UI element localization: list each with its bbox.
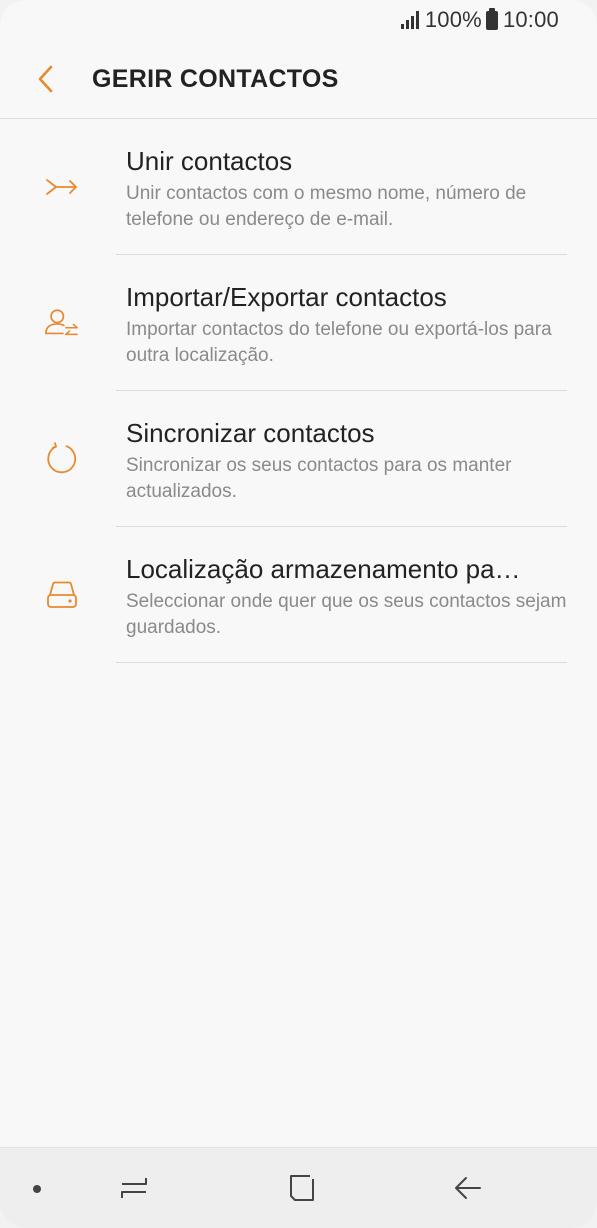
item-title: Localização armazenamento pa… (126, 554, 521, 584)
clock: 10:00 (502, 7, 559, 32)
item-title: Sincronizar contactos (126, 418, 375, 448)
nav-dot-indicator (33, 1185, 41, 1193)
signal-icon (400, 11, 419, 29)
page-title: GERIR CONTACTOS (92, 64, 339, 93)
back-arrow-icon (455, 1177, 481, 1199)
item-title: Unir contactos (126, 146, 293, 176)
list-item-sync-contacts[interactable]: Sincronizar contactos Sincronizar os seu… (0, 391, 597, 527)
item-subtitle: Unir contactos com o mesmo nome, número … (126, 183, 527, 230)
settings-list: Unir contactos Unir contactos com o mesm… (0, 119, 597, 663)
screen: 100% 10:00 GERIR CONTACTOS Unir contacto… (0, 0, 597, 1228)
person-transfer-icon (44, 305, 80, 341)
list-item-import-export[interactable]: Importar/Exportar contactos Importar con… (0, 255, 597, 391)
battery-icon (485, 7, 498, 30)
chevron-left-icon (38, 65, 53, 93)
status-bar: 100% 10:00 (0, 0, 597, 40)
home-icon (290, 1175, 314, 1201)
storage-drive-icon (44, 577, 80, 613)
sync-icon (44, 441, 80, 477)
item-subtitle: Importar contactos do telefone ou export… (126, 319, 552, 366)
item-subtitle: Seleccionar onde quer que os seus contac… (126, 591, 567, 638)
navigation-bar (0, 1147, 597, 1228)
merge-arrow-icon (44, 169, 80, 205)
battery-percent: 100% (424, 7, 482, 32)
item-subtitle: Sincronizar os seus contactos para os ma… (126, 455, 512, 502)
recent-apps-button[interactable] (94, 1148, 174, 1228)
list-item-storage-location[interactable]: Localização armazenamento pa… Selecciona… (0, 527, 597, 663)
divider (116, 662, 567, 663)
recent-apps-icon (121, 1178, 147, 1198)
item-title: Importar/Exportar contactos (126, 282, 447, 312)
list-item-merge-contacts[interactable]: Unir contactos Unir contactos com o mesm… (0, 119, 597, 255)
app-header: GERIR CONTACTOS (0, 40, 597, 119)
home-button[interactable] (262, 1148, 342, 1228)
back-button[interactable] (0, 40, 92, 118)
back-nav-button[interactable] (428, 1148, 508, 1228)
